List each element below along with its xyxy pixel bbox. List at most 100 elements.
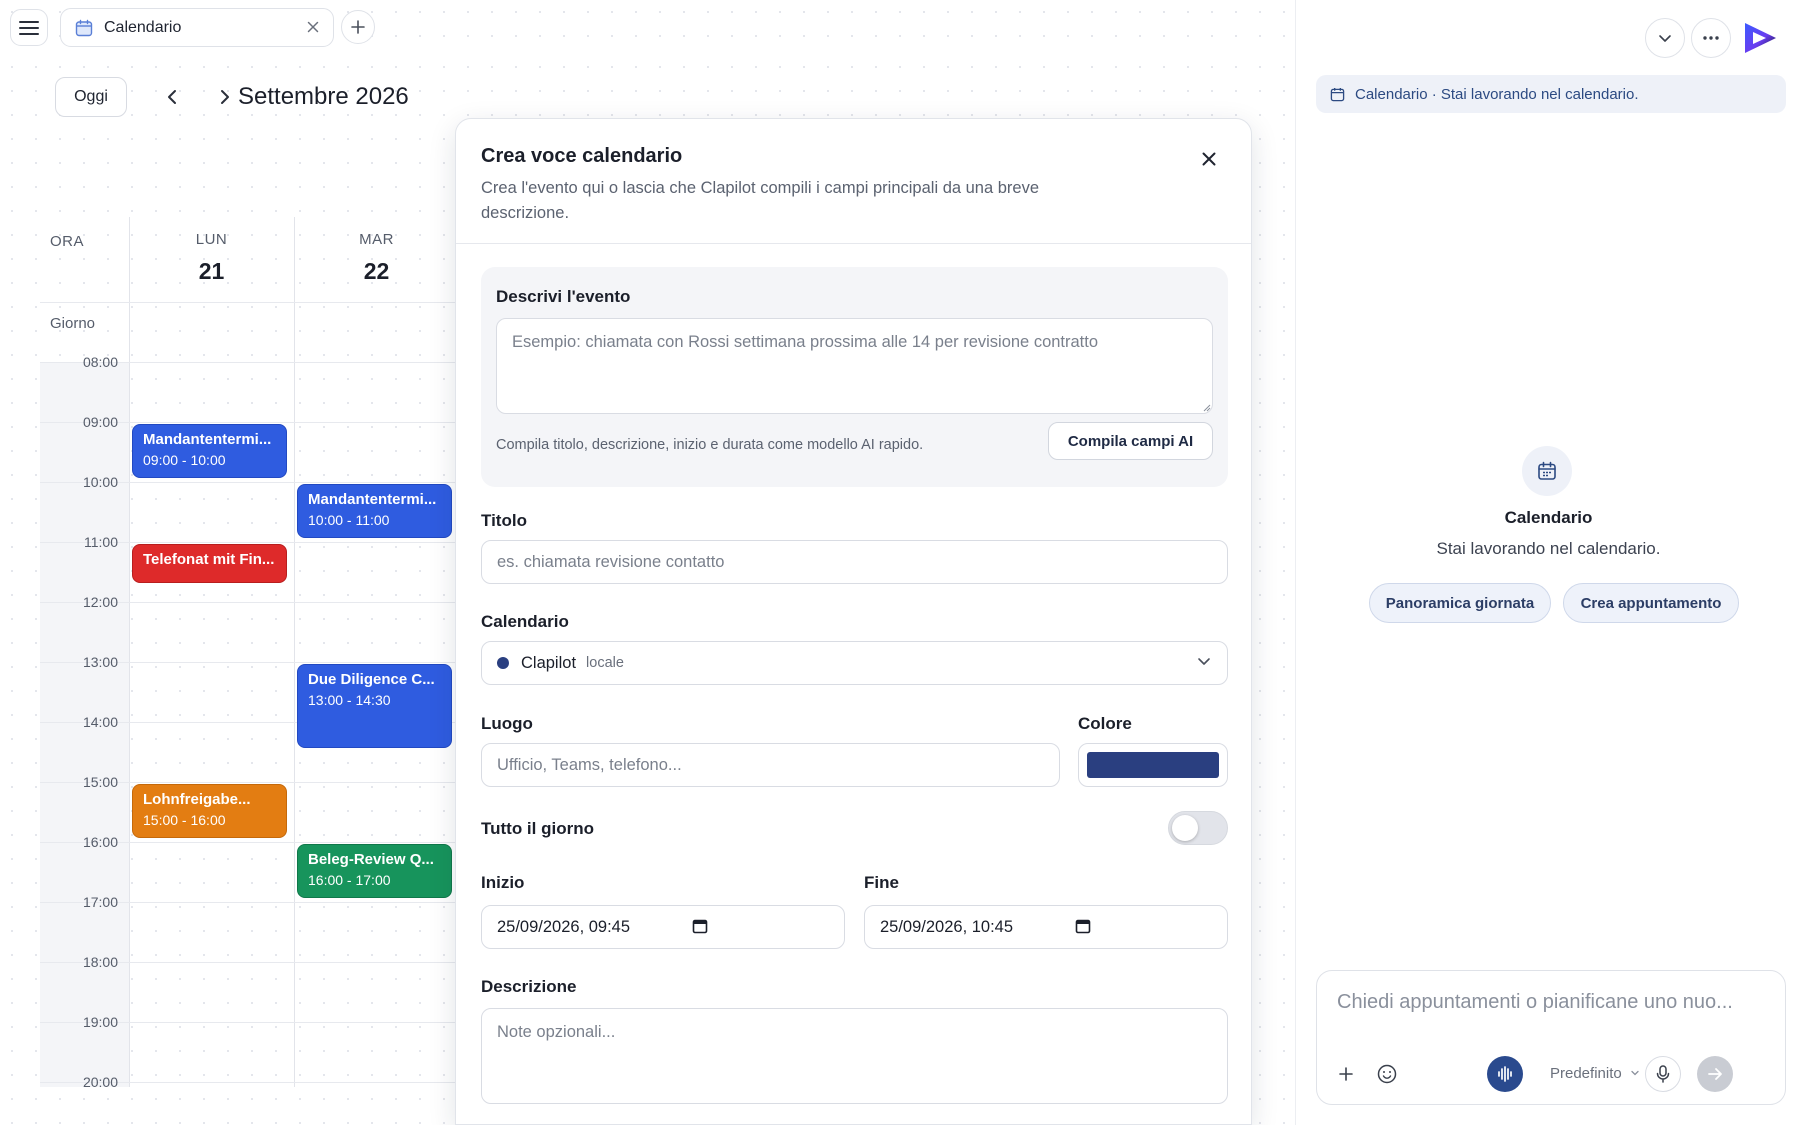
new-tab-button[interactable]	[341, 10, 375, 44]
microphone-icon	[1656, 1065, 1670, 1083]
more-options-button[interactable]	[1691, 18, 1731, 58]
hamburger-icon	[19, 20, 39, 35]
allday-toggle[interactable]	[1168, 811, 1228, 845]
hour-label: 09:00	[82, 414, 118, 430]
smiley-icon	[1377, 1064, 1397, 1084]
close-tab-icon[interactable]	[303, 17, 323, 37]
collapse-button[interactable]	[1645, 18, 1685, 58]
color-label: Colore	[1078, 714, 1132, 733]
chat-input[interactable]: Chiedi appuntamenti o pianificane uno nu…	[1337, 991, 1733, 1014]
context-banner-text: Calendario · Stai lavorando nel calendar…	[1355, 85, 1639, 103]
day-header[interactable]: MAR 22	[294, 217, 459, 302]
hour-label: 16:00	[82, 834, 118, 850]
close-icon	[1202, 152, 1216, 166]
calendar-event[interactable]: Telefonat mit Fin...	[132, 544, 287, 583]
chevron-left-icon	[168, 90, 176, 104]
calendar-color-dot	[497, 657, 509, 669]
color-picker[interactable]	[1078, 743, 1228, 787]
hour-label: 14:00	[82, 714, 118, 730]
context-icon	[1522, 446, 1572, 496]
day-of-week: MAR	[359, 231, 394, 248]
hour-label: 20:00	[82, 1074, 118, 1090]
ai-description-input[interactable]: Esempio: chiamata con Rossi settimana pr…	[496, 318, 1213, 414]
ai-description-label: Descrivi l'evento	[496, 287, 631, 306]
calendar-event[interactable]: Due Diligence C... 13:00 - 14:30	[297, 664, 452, 748]
calendar-picker-icon[interactable]	[1075, 918, 1091, 934]
more-dots-icon	[1703, 36, 1719, 40]
hour-label: 12:00	[82, 594, 118, 610]
description-input[interactable]: Note opzionali...	[481, 1008, 1228, 1104]
description-label: Descrizione	[481, 977, 577, 996]
suggestion-chip[interactable]: Panoramica giornata	[1369, 583, 1551, 623]
calendar-select-tag: locale	[586, 655, 624, 671]
today-button[interactable]: Oggi	[55, 77, 127, 117]
model-selector-value: Predefinito	[1550, 1065, 1622, 1082]
menu-button[interactable]	[10, 9, 48, 46]
resize-handle-icon[interactable]	[1201, 402, 1211, 412]
create-event-dialog: Crea voce calendario Crea l'evento qui o…	[455, 118, 1252, 1125]
context-subtitle: Stai lavorando nel calendario.	[1436, 539, 1661, 558]
ai-fill-button[interactable]: Compila campi AI	[1048, 422, 1213, 460]
event-title: Lohnfreigabe...	[143, 791, 251, 808]
suggestion-chip[interactable]: Crea appuntamento	[1563, 583, 1739, 623]
calendar-icon	[75, 19, 93, 36]
day-header[interactable]: LUN 21	[129, 217, 294, 302]
hour-label: 08:00	[82, 354, 118, 370]
prev-month-button[interactable]	[160, 85, 184, 109]
start-datetime-value: 25/09/2026, 09:45	[497, 917, 631, 936]
model-selector[interactable]: Predefinito	[1550, 1065, 1640, 1082]
calendar-event[interactable]: Beleg-Review Q... 16:00 - 17:00	[297, 844, 452, 898]
hour-label: 19:00	[82, 1014, 118, 1030]
calendar-select-value: Clapilot	[521, 653, 577, 672]
assistant-panel: Calendario · Stai lavorando nel calendar…	[1295, 0, 1800, 1125]
start-datetime-input[interactable]: 25/09/2026, 09:45	[481, 905, 845, 949]
day-of-week: LUN	[195, 231, 228, 248]
calendar-event[interactable]: Lohnfreigabe... 15:00 - 16:00	[132, 784, 287, 838]
close-dialog-button[interactable]	[1197, 147, 1221, 171]
tab-bar: Calendario	[0, 0, 1295, 55]
event-time: 15:00 - 16:00	[143, 812, 226, 828]
month-title: Settembre 2026	[238, 83, 409, 110]
start-label: Inizio	[481, 873, 525, 892]
tab-label: Calendario	[104, 18, 182, 36]
chevron-down-icon	[1659, 35, 1671, 42]
microphone-button[interactable]	[1645, 1056, 1681, 1092]
end-datetime-value: 25/09/2026, 10:45	[880, 917, 1014, 936]
emoji-button[interactable]	[1372, 1059, 1402, 1089]
next-month-button[interactable]	[213, 85, 237, 109]
event-title: Telefonat mit Fin...	[143, 551, 275, 568]
chat-composer: Chiedi appuntamenti o pianificane uno nu…	[1316, 970, 1786, 1105]
waveform-icon	[1498, 1066, 1512, 1082]
calendar-event[interactable]: Mandantentermi... 09:00 - 10:00	[132, 424, 287, 478]
calendar-picker-icon[interactable]	[692, 918, 708, 934]
app-logo-icon	[1745, 23, 1776, 53]
event-title: Mandantentermi...	[308, 491, 437, 508]
end-label: Fine	[864, 873, 899, 892]
event-time: 10:00 - 11:00	[308, 512, 390, 528]
arrow-right-icon	[1708, 1068, 1722, 1080]
attach-button[interactable]	[1331, 1059, 1361, 1089]
voice-mode-button[interactable]	[1487, 1056, 1523, 1092]
calendar-select[interactable]: Clapilot locale	[481, 641, 1228, 685]
calendar-event[interactable]: Mandantentermi... 10:00 - 11:00	[297, 484, 452, 538]
hour-label: 17:00	[82, 894, 118, 910]
calendar-icon	[1538, 461, 1556, 480]
end-datetime-input[interactable]: 25/09/2026, 10:45	[864, 905, 1228, 949]
event-time: 13:00 - 14:30	[308, 692, 391, 708]
plus-icon	[351, 20, 365, 34]
event-title: Beleg-Review Q...	[308, 851, 434, 868]
context-title: Calendario	[1504, 508, 1593, 527]
hour-label: 10:00	[82, 474, 118, 490]
location-input[interactable]: Ufficio, Teams, telefono...	[481, 743, 1060, 787]
event-time: 09:00 - 10:00	[143, 452, 226, 468]
color-swatch	[1087, 752, 1219, 778]
send-button[interactable]	[1697, 1056, 1733, 1092]
dialog-title: Crea voce calendario	[481, 145, 683, 167]
tab-calendario[interactable]: Calendario	[60, 8, 334, 47]
context-banner: Calendario · Stai lavorando nel calendar…	[1316, 75, 1786, 113]
time-column-header: ORA	[50, 233, 85, 250]
title-input[interactable]: es. chiamata revisione contatto	[481, 540, 1228, 584]
day-number: 22	[363, 258, 390, 284]
hour-label: 13:00	[82, 654, 118, 670]
ai-hint-text: Compila titolo, descrizione, inizio e du…	[496, 437, 924, 453]
